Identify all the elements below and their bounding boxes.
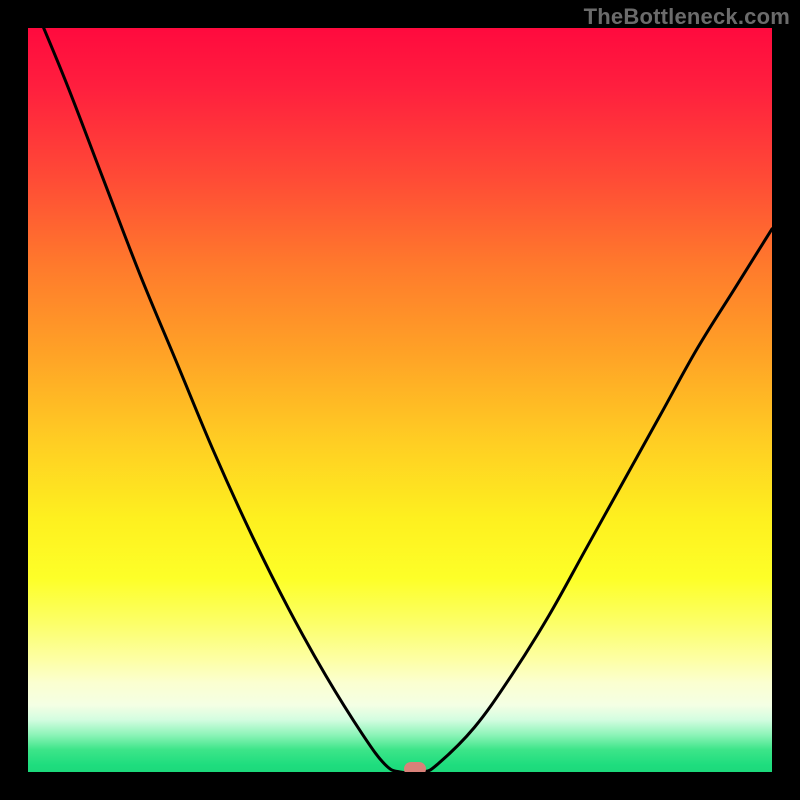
watermark-text: TheBottleneck.com bbox=[584, 4, 790, 30]
plot-area bbox=[28, 28, 772, 772]
optimal-marker bbox=[404, 762, 426, 772]
chart-stage: TheBottleneck.com bbox=[0, 0, 800, 800]
bottleneck-curve bbox=[28, 28, 772, 772]
